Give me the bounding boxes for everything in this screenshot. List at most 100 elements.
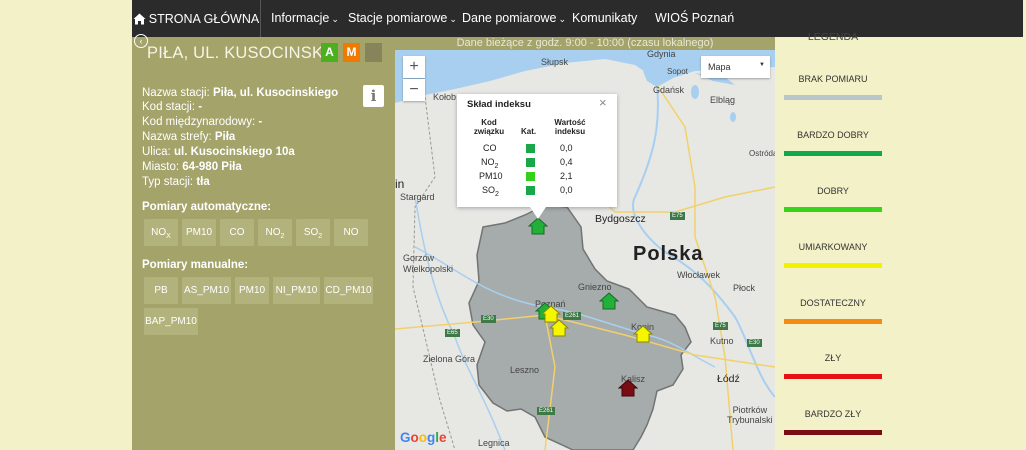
manual-button-pb[interactable]: PB xyxy=(144,277,178,304)
nav-stacje[interactable]: Stacje pomiarowe ⌄ xyxy=(348,11,457,25)
zone-row: Nazwa strefy: Piła xyxy=(142,131,235,143)
map-label-slupsk: Słupsk xyxy=(541,57,569,67)
legend-label: ZŁY xyxy=(824,353,842,363)
station-marker-pila[interactable] xyxy=(528,217,548,235)
map-type-select[interactable]: Mapa ▼ xyxy=(701,56,770,78)
map-label-piotrkow: Piotrków Trybunalski xyxy=(727,405,773,425)
measure-button-so2[interactable]: SO2 xyxy=(296,219,330,246)
nav-informacje[interactable]: Informacje ⌄ xyxy=(271,11,339,25)
subscript: 2 xyxy=(494,162,499,170)
zoom-in-button[interactable]: + xyxy=(403,56,425,78)
measure-label: BAP_PM10 xyxy=(145,316,197,327)
map-type-label: Mapa xyxy=(708,62,731,72)
measure-label: NO xyxy=(343,227,359,238)
popup-title: Skład indeksu xyxy=(467,99,531,110)
measure-label: CD_PM10 xyxy=(325,285,372,296)
street-value: ul. Kusocinskiego 10a xyxy=(173,146,295,158)
legend-bar xyxy=(784,319,882,324)
col-header-cat: Kat. xyxy=(521,127,537,136)
index-popup: Skład indeksu × Kod związku Kat. Wartość… xyxy=(457,94,617,207)
google-letter: o xyxy=(410,430,419,445)
measure-label: CO xyxy=(229,227,245,238)
map-label-leszno: Leszno xyxy=(510,365,540,375)
road-shield: E65 xyxy=(445,329,460,337)
info-icon[interactable]: i xyxy=(363,85,384,107)
map-label-gdynia: Gdynia xyxy=(647,49,676,59)
subscript: 2 xyxy=(495,190,499,198)
google-letter: o xyxy=(418,430,428,445)
automatic-measurements-title: Pomiary automatyczne: xyxy=(142,201,272,213)
legend-label: BRAK POMIARU xyxy=(798,74,868,84)
manual-button-bap-pm10[interactable]: BAP_PM10 xyxy=(144,308,198,335)
manual-button-as-pm10[interactable]: AS_PM10 xyxy=(182,277,231,304)
row-code: PM10 xyxy=(479,171,503,181)
manual-button-ni-pm10[interactable]: NI_PM10 xyxy=(273,277,320,304)
map-label-gdansk: Gdańsk xyxy=(653,85,685,95)
manual-button-cd-pm10[interactable]: CD_PM10 xyxy=(324,277,373,304)
nav-dane[interactable]: Dane pomiarowe ⌄ xyxy=(462,11,566,25)
chevron-down-icon: ⌄ xyxy=(558,14,567,24)
map-area[interactable]: Dane bieżące z godz. 9:00 - 10:00 (czasu… xyxy=(395,37,775,450)
measure-button-co[interactable]: CO xyxy=(220,219,254,246)
row-code: CO xyxy=(483,143,497,153)
station-marker-gniezno[interactable] xyxy=(599,292,619,310)
road-shield: E261 xyxy=(537,407,556,415)
lake xyxy=(691,85,699,99)
measure-button-pm10[interactable]: PM10 xyxy=(182,219,216,246)
back-arrow-icon[interactable]: ‹ xyxy=(134,34,148,48)
station-code-label: Kod stacji: xyxy=(142,101,196,113)
subscript: X xyxy=(166,233,171,240)
row-code-text: SO xyxy=(482,185,496,195)
measure-label: NI_PM10 xyxy=(275,285,318,296)
map-label-elblag: Elbląg xyxy=(710,95,736,105)
category-swatch xyxy=(526,158,535,167)
station-code-row: Kod stacji: - xyxy=(142,101,202,113)
measure-button-no[interactable]: NO xyxy=(334,219,368,246)
measure-label: AS_PM10 xyxy=(183,285,230,296)
measure-label: PM10 xyxy=(185,227,213,238)
map-label-kutno: Kutno xyxy=(710,336,734,346)
station-marker-poznan-yellow-2[interactable] xyxy=(549,319,569,337)
station-type-row: Typ stacji: tła xyxy=(142,176,210,188)
legend-label: DOSTATECZNY xyxy=(800,298,866,308)
row-value: 2,1 xyxy=(560,171,573,181)
intl-code-value: - xyxy=(258,116,263,128)
measure-button-no2[interactable]: NO2 xyxy=(258,219,292,246)
intl-code-row: Kod międzynarodowy: - xyxy=(142,116,262,128)
subscript: 2 xyxy=(318,233,323,240)
road-shield: E30 xyxy=(747,339,762,347)
measure-button-nox[interactable]: NOX xyxy=(144,219,178,246)
station-code-value: - xyxy=(198,101,203,113)
zoom-out-button[interactable]: − xyxy=(403,79,425,101)
map-label-bydgoszcz: Bydgoszcz xyxy=(595,213,646,225)
legend-label: BARDZO DOBRY xyxy=(797,130,869,140)
nav-wios[interactable]: WIOŚ Poznań xyxy=(655,11,734,25)
station-marker-konin[interactable] xyxy=(633,325,653,343)
map-label-zielona-gora: Zielona Góra xyxy=(423,354,476,364)
manual-button-pm10[interactable]: PM10 xyxy=(235,277,269,304)
station-type-value: tła xyxy=(196,176,210,188)
station-marker-kalisz[interactable] xyxy=(618,379,638,397)
close-icon[interactable]: × xyxy=(599,95,607,110)
map-label-polska: Polska xyxy=(633,243,704,265)
map-label-sopot: Sopot xyxy=(667,67,688,76)
automatic-badge[interactable]: A xyxy=(321,43,338,62)
google-letter: e xyxy=(439,430,447,445)
measure-label: NO xyxy=(151,227,167,238)
map-label-in: in xyxy=(395,177,405,191)
nav-komunikaty[interactable]: Komunikaty xyxy=(572,11,637,25)
city-label: Miasto: xyxy=(142,161,180,173)
nav-dane-label: Dane pomiarowe xyxy=(462,11,557,25)
row-code: NO2 xyxy=(481,157,498,170)
manual-badge[interactable]: M xyxy=(343,43,360,62)
station-title: PIŁA, UL. KUSOCINSK... xyxy=(147,44,338,62)
google-logo: Google xyxy=(400,430,447,445)
zone-label: Nazwa strefy: xyxy=(142,131,212,143)
station-name-value: Piła, ul. Kusocinskiego xyxy=(212,87,339,99)
map-label-plock: Płock xyxy=(733,283,756,293)
map-label-ostroda: Ostróda xyxy=(749,149,775,158)
row-value: 0,0 xyxy=(560,143,573,153)
nav-home-link[interactable]: STRONA GŁÓWNA xyxy=(132,0,261,37)
legend-bar xyxy=(784,430,882,435)
measure-label: SO xyxy=(303,227,319,238)
